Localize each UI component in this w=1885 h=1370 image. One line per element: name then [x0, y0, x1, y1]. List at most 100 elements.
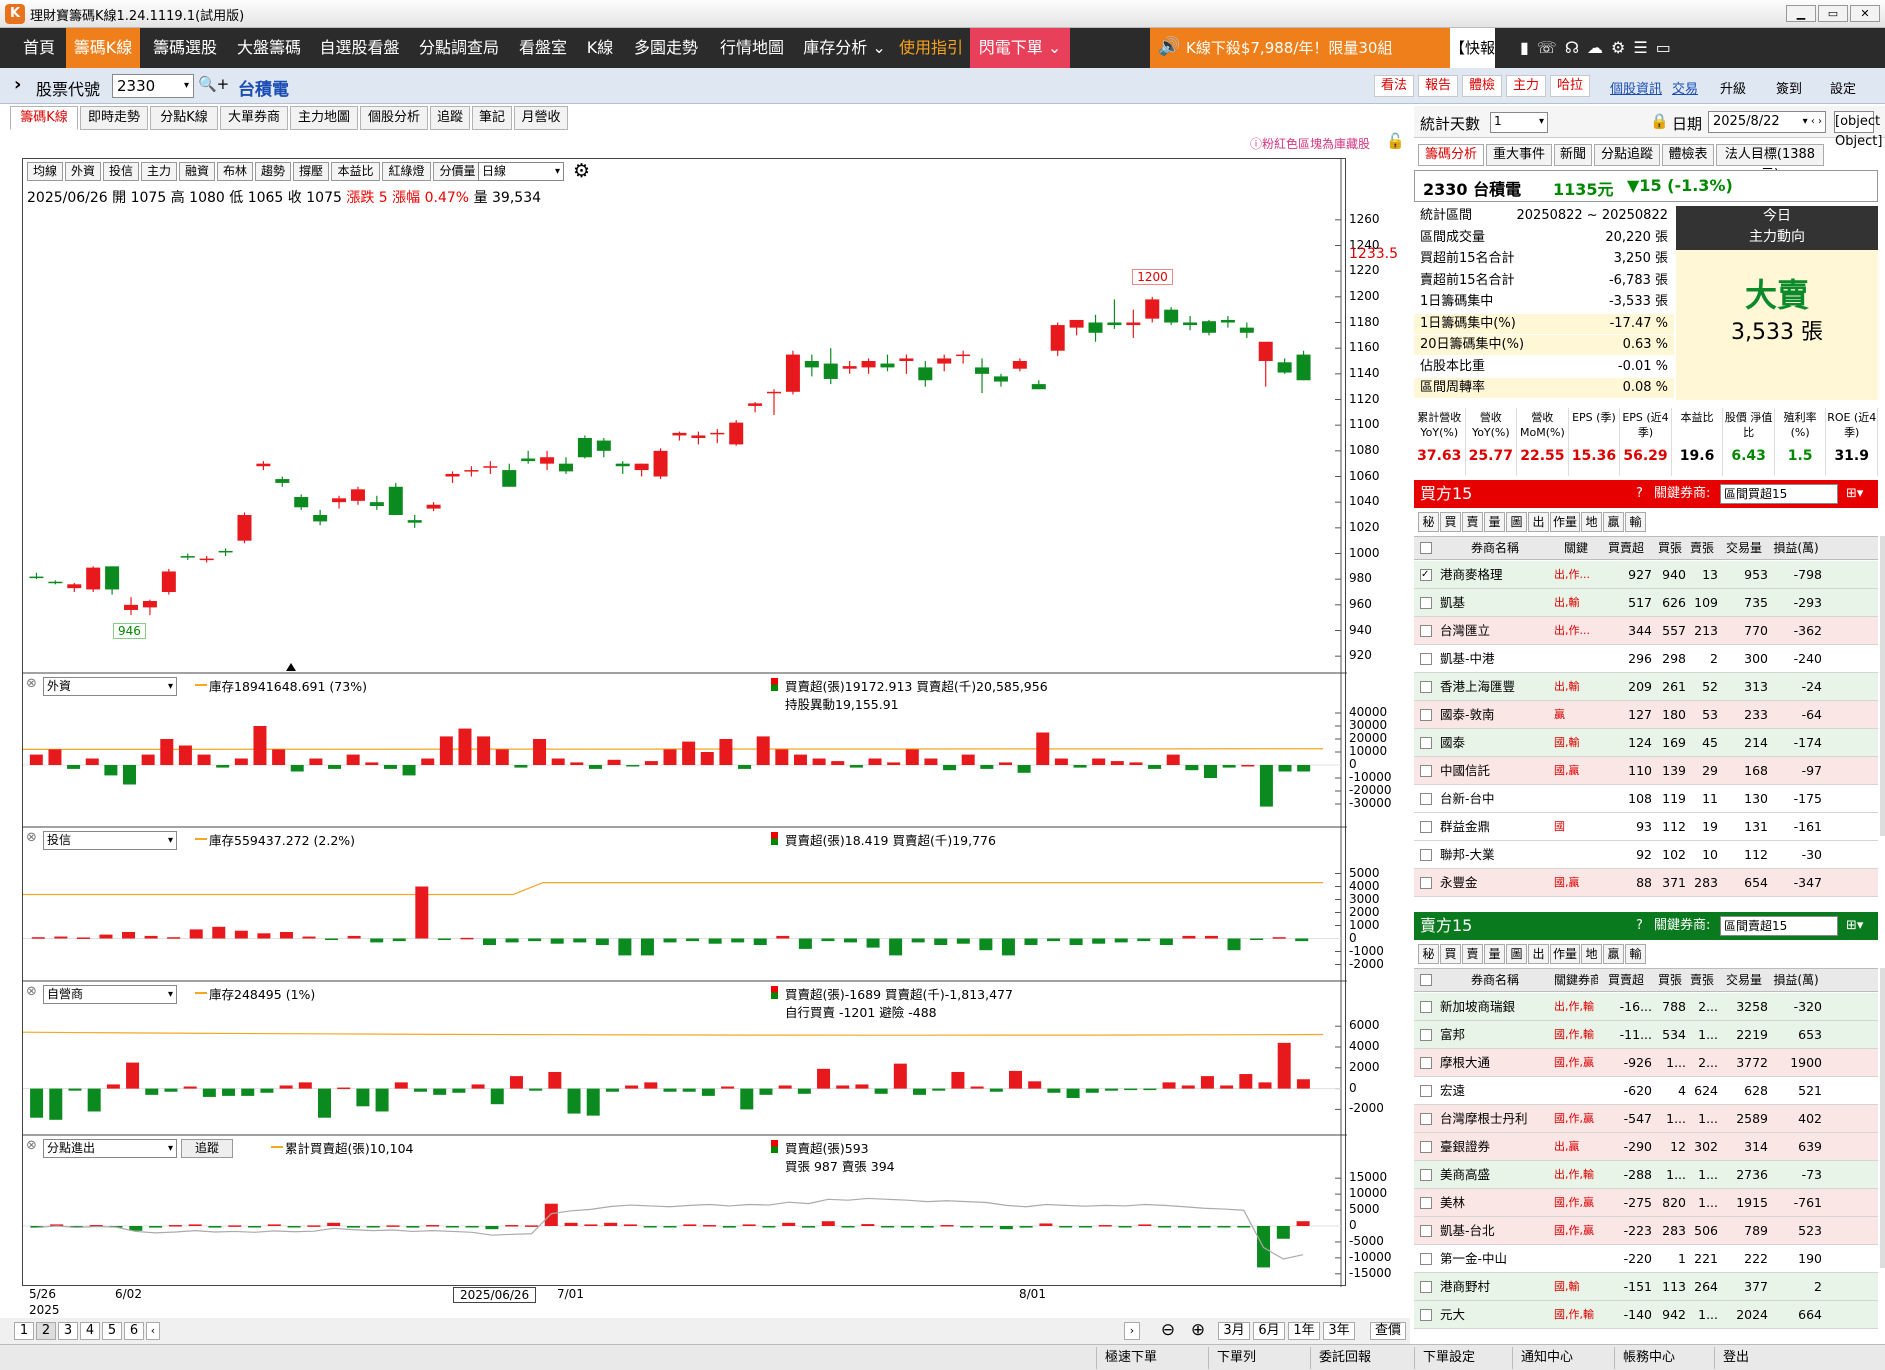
filter-button[interactable]: 圖 [1506, 944, 1527, 964]
menu-item-9[interactable]: 行情地圖 [711, 28, 793, 68]
broker-name[interactable]: 摩根大通 [1440, 1049, 1550, 1077]
broker-row[interactable]: 第一金-中山 -220 1 221 222 190 [1414, 1245, 1878, 1273]
broker-row[interactable]: 宏遠 -620 4 624 628 521 [1414, 1077, 1878, 1105]
row-checkbox[interactable] [1420, 877, 1432, 889]
row-checkbox[interactable] [1420, 1057, 1432, 1069]
column-header[interactable]: 買張 [1654, 537, 1686, 559]
broker-name[interactable]: 永豐金 [1440, 869, 1550, 897]
menu-item-7[interactable]: K線 [579, 28, 621, 68]
range-button-1[interactable]: 6月 [1253, 1322, 1285, 1340]
menu-item-1[interactable]: 籌碼K線 [66, 28, 140, 68]
filter-button[interactable]: 地 [1581, 512, 1602, 532]
status-button-5[interactable]: 帳務中心 [1614, 1347, 1710, 1369]
filter-button[interactable]: 作量 [1550, 944, 1580, 964]
select-all-checkbox[interactable] [1420, 974, 1432, 986]
status-button-6[interactable]: 登出 [1714, 1347, 1784, 1369]
broker-row[interactable]: 永豐金 國,贏 88 371 283 654 -347 [1414, 869, 1878, 897]
row-checkbox[interactable] [1420, 1309, 1432, 1321]
row-checkbox[interactable] [1420, 653, 1432, 665]
broker-name[interactable]: 元大 [1440, 1301, 1550, 1329]
subtab-5[interactable]: 個股分析 [360, 106, 428, 130]
filter-button[interactable]: 秘 [1418, 944, 1439, 964]
broker-name[interactable]: 凱基-中港 [1440, 645, 1550, 673]
action-button-3[interactable]: 主力 [1506, 75, 1546, 97]
subtab-1[interactable]: 即時走勢 [80, 106, 148, 130]
row-checkbox[interactable] [1420, 1029, 1432, 1041]
pane-select-0[interactable]: 外資 [43, 677, 177, 696]
row-checkbox[interactable] [1420, 849, 1432, 861]
key-broker-select[interactable]: 區間賣超15 [1720, 916, 1838, 936]
broker-row[interactable]: 凱基-中港 296 298 2 300 -240 [1414, 645, 1878, 673]
range-button-0[interactable]: 3月 [1218, 1322, 1250, 1340]
broker-name[interactable]: 台灣匯立 [1440, 617, 1550, 645]
range-button-3[interactable]: 3年 [1323, 1322, 1355, 1340]
page-button-5[interactable]: 6 [124, 1322, 144, 1340]
filter-button[interactable]: 賣 [1462, 512, 1483, 532]
query-button[interactable]: 查價 [1370, 1322, 1406, 1340]
broker-name[interactable]: 宏遠 [1440, 1077, 1550, 1105]
broker-row[interactable]: 聯邦-大業 92 102 10 112 -30 [1414, 841, 1878, 869]
right-tab-0[interactable]: 籌碼分析 [1418, 144, 1484, 166]
link-0[interactable]: 個股資訊 [1610, 78, 1662, 97]
column-header[interactable]: 買賣超 [1600, 537, 1652, 559]
range-button-2[interactable]: 1年 [1288, 1322, 1320, 1340]
menu-item-0[interactable]: 首頁 [14, 28, 64, 68]
key-broker-select[interactable]: 區間買超15 [1720, 484, 1838, 504]
pane-select-2[interactable]: 自營商 [43, 985, 177, 1004]
broker-row[interactable]: 國泰-敦南贏 127 180 53 233 -64 [1414, 701, 1878, 729]
broker-row[interactable]: 中國信託 國,贏 110 139 29 168 -97 [1414, 757, 1878, 785]
row-checkbox[interactable] [1420, 681, 1432, 693]
broker-name[interactable]: 凱基 [1440, 589, 1550, 617]
column-header[interactable]: 交易量 [1720, 969, 1768, 991]
row-checkbox[interactable] [1420, 1281, 1432, 1293]
subtab-6[interactable]: 追蹤 [430, 106, 470, 130]
status-button-3[interactable]: 下單設定 [1414, 1347, 1510, 1369]
broker-row[interactable]: 台灣摩根士丹利 國,作,贏 -547 1... 1... 2589 402 [1414, 1105, 1878, 1133]
pane-select-3[interactable]: 分點進出 [43, 1139, 177, 1158]
broker-name[interactable]: 群益金鼎 [1440, 813, 1550, 841]
broker-name[interactable]: 台新-台中 [1440, 785, 1550, 813]
filter-button[interactable]: 贏 [1603, 944, 1624, 964]
subtab-3[interactable]: 大單券商 [220, 106, 288, 130]
broker-row[interactable]: 美商高盛 出,作,輸 -288 1... 1... 2736 -73 [1414, 1161, 1878, 1189]
stock-code-input[interactable]: 2330 ▾ [112, 74, 194, 98]
today-button[interactable]: [object Object] [1834, 111, 1882, 149]
filter-button[interactable]: 輸 [1625, 944, 1646, 964]
right-tab-4[interactable]: 體檢表 [1662, 144, 1714, 166]
broker-row[interactable]: ✓ 港商麥格理 出,作... 927 940 13 953 -798 [1414, 561, 1878, 589]
filter-button[interactable]: 買 [1440, 944, 1461, 964]
broker-row[interactable]: 摩根大通 國,作,贏 -926 1... 2... 3772 1900 [1414, 1049, 1878, 1077]
broker-name[interactable]: 美林 [1440, 1189, 1550, 1217]
right-tab-2[interactable]: 新聞 [1554, 144, 1592, 166]
page-prev-icon[interactable]: ‹ [146, 1322, 160, 1340]
row-checkbox[interactable] [1420, 1141, 1432, 1153]
close-button[interactable]: ✕ [1850, 5, 1880, 22]
row-checkbox[interactable] [1420, 1169, 1432, 1181]
grid-icon[interactable]: ⊞▾ [1846, 480, 1863, 508]
status-button-4[interactable]: 通知中心 [1512, 1347, 1608, 1369]
menu-item-3[interactable]: 大盤籌碼 [228, 28, 310, 68]
row-checkbox[interactable] [1420, 1197, 1432, 1209]
right-tab-1[interactable]: 重大事件 [1486, 144, 1552, 166]
row-checkbox[interactable] [1420, 1085, 1432, 1097]
search-icon[interactable]: 🔍+ [198, 75, 229, 93]
column-header[interactable]: 關鍵 [1554, 537, 1598, 559]
broker-row[interactable]: 新加坡商瑞銀 出,作,輸 -16... 788 2... 3258 -320 [1414, 993, 1878, 1021]
filter-button[interactable]: 買 [1440, 512, 1461, 532]
subtab-2[interactable]: 分點K線 [150, 106, 218, 130]
menu-item-2[interactable]: 籌碼選股 [144, 28, 226, 68]
broker-row[interactable]: 台新-台中 108 119 11 130 -175 [1414, 785, 1878, 813]
broker-row[interactable]: 美林 國,作,贏 -275 820 1... 1915 -761 [1414, 1189, 1878, 1217]
row-checkbox[interactable] [1420, 1001, 1432, 1013]
status-button-0[interactable]: 極速下單 [1096, 1347, 1192, 1369]
track-button[interactable]: 追蹤 [181, 1139, 233, 1158]
broker-row[interactable]: 臺銀證券 出,贏 -290 12 302 314 639 [1414, 1133, 1878, 1161]
broker-row[interactable]: 台灣匯立 出,作... 344 557 213 770 -362 [1414, 617, 1878, 645]
row-checkbox[interactable] [1420, 765, 1432, 777]
column-header[interactable]: 買張 [1654, 969, 1686, 991]
row-checkbox[interactable] [1420, 1225, 1432, 1237]
filter-button[interactable]: 秘 [1418, 512, 1439, 532]
minimize-button[interactable]: ▁ [1786, 5, 1816, 22]
column-header[interactable]: 券商名稱 [1440, 969, 1550, 991]
row-checkbox[interactable]: ✓ [1420, 569, 1432, 581]
